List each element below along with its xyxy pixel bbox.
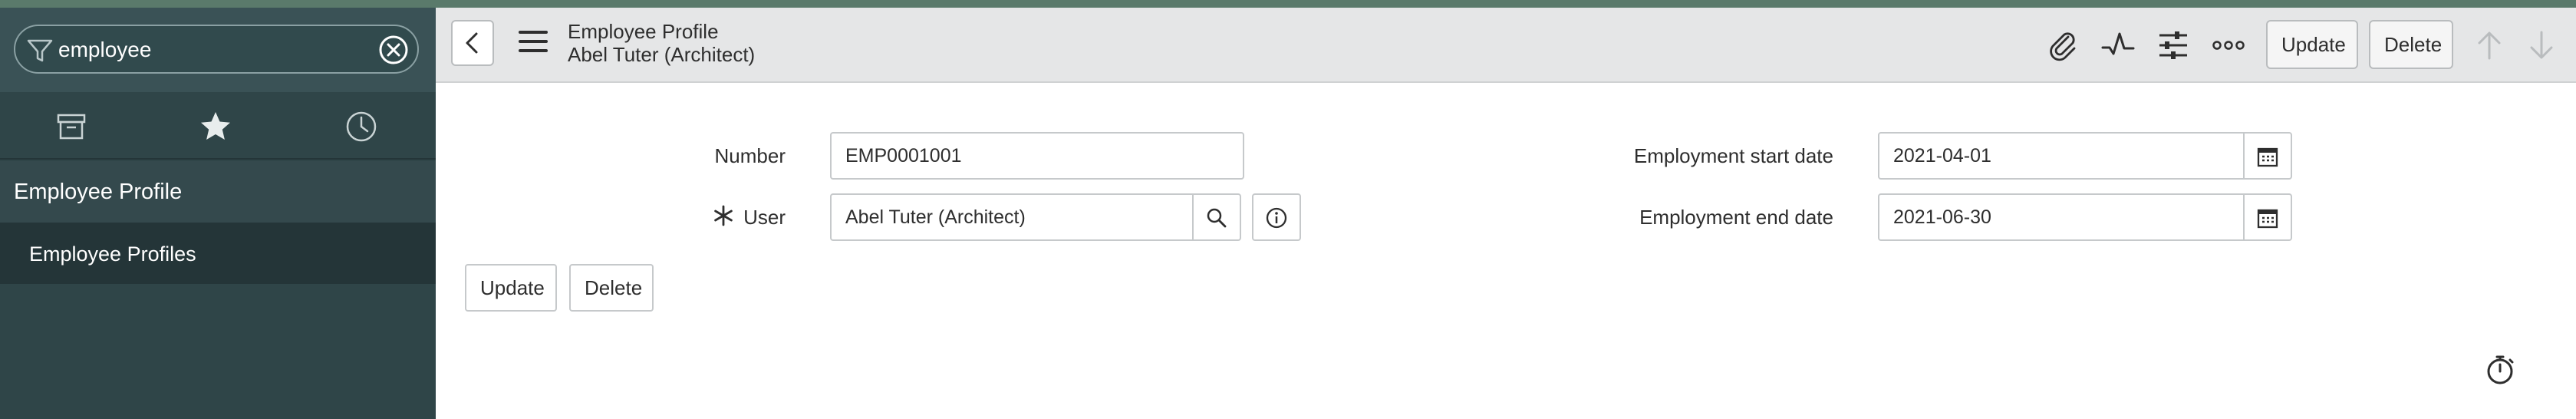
user-info-button[interactable]: [1252, 193, 1301, 241]
calendar-icon: [2257, 147, 2278, 167]
number-label: Number: [714, 144, 786, 167]
back-icon: [466, 32, 478, 54]
update-button[interactable]: Update: [465, 264, 557, 312]
filter-input[interactable]: [58, 34, 365, 66]
settings-sliders-icon[interactable]: [2156, 28, 2191, 63]
end-date-label: Employment end date: [1639, 206, 1833, 229]
attachment-icon[interactable]: [2045, 28, 2080, 63]
star-icon[interactable]: [198, 109, 233, 144]
end-date-field[interactable]: [1878, 193, 2245, 241]
required-asterisk-icon: [714, 205, 733, 226]
arrow-up-icon[interactable]: [2472, 28, 2507, 63]
start-date-field[interactable]: [1878, 132, 2245, 180]
start-date-picker-button[interactable]: [2243, 132, 2292, 180]
header-delete-button[interactable]: Delete: [2369, 20, 2453, 69]
back-button[interactable]: [451, 20, 494, 66]
number-field[interactable]: [830, 132, 1244, 180]
form-header: Employee Profile Abel Tuter (Architect) …: [436, 8, 2576, 83]
search-icon: [1207, 208, 1227, 228]
sidebar-item-employee-profiles[interactable]: Employee Profiles: [0, 223, 436, 284]
header-subtitle: Abel Tuter (Architect): [568, 43, 756, 66]
info-icon: [1266, 207, 1287, 229]
more-icon[interactable]: [2211, 28, 2246, 63]
user-lookup-button[interactable]: [1192, 193, 1241, 241]
header-title: Employee Profile: [568, 20, 719, 43]
header-update-button[interactable]: Update: [2266, 20, 2358, 69]
sidebar-nav-icons: [0, 92, 436, 160]
sidebar-heading[interactable]: Employee Profile: [0, 161, 436, 223]
hamburger-icon[interactable]: [517, 26, 549, 57]
clock-icon[interactable]: [344, 109, 379, 144]
start-date-label: Employment start date: [1633, 144, 1833, 167]
stopwatch-icon[interactable]: [2482, 351, 2518, 387]
filter-area: [0, 8, 436, 92]
arrow-down-icon[interactable]: [2524, 28, 2559, 63]
calendar-icon: [2257, 209, 2278, 229]
activity-icon[interactable]: [2100, 28, 2136, 63]
clear-circle-icon[interactable]: [377, 34, 410, 66]
sidebar: Employee Profile Employee Profiles: [0, 8, 436, 419]
filter-icon: [27, 39, 53, 62]
delete-button[interactable]: Delete: [569, 264, 654, 312]
top-accent-strip: [0, 0, 2576, 8]
end-date-picker-button[interactable]: [2243, 193, 2292, 241]
archive-icon[interactable]: [54, 109, 89, 144]
user-field[interactable]: [830, 193, 1194, 241]
user-label: User: [743, 206, 786, 229]
filter-box[interactable]: [14, 25, 419, 74]
